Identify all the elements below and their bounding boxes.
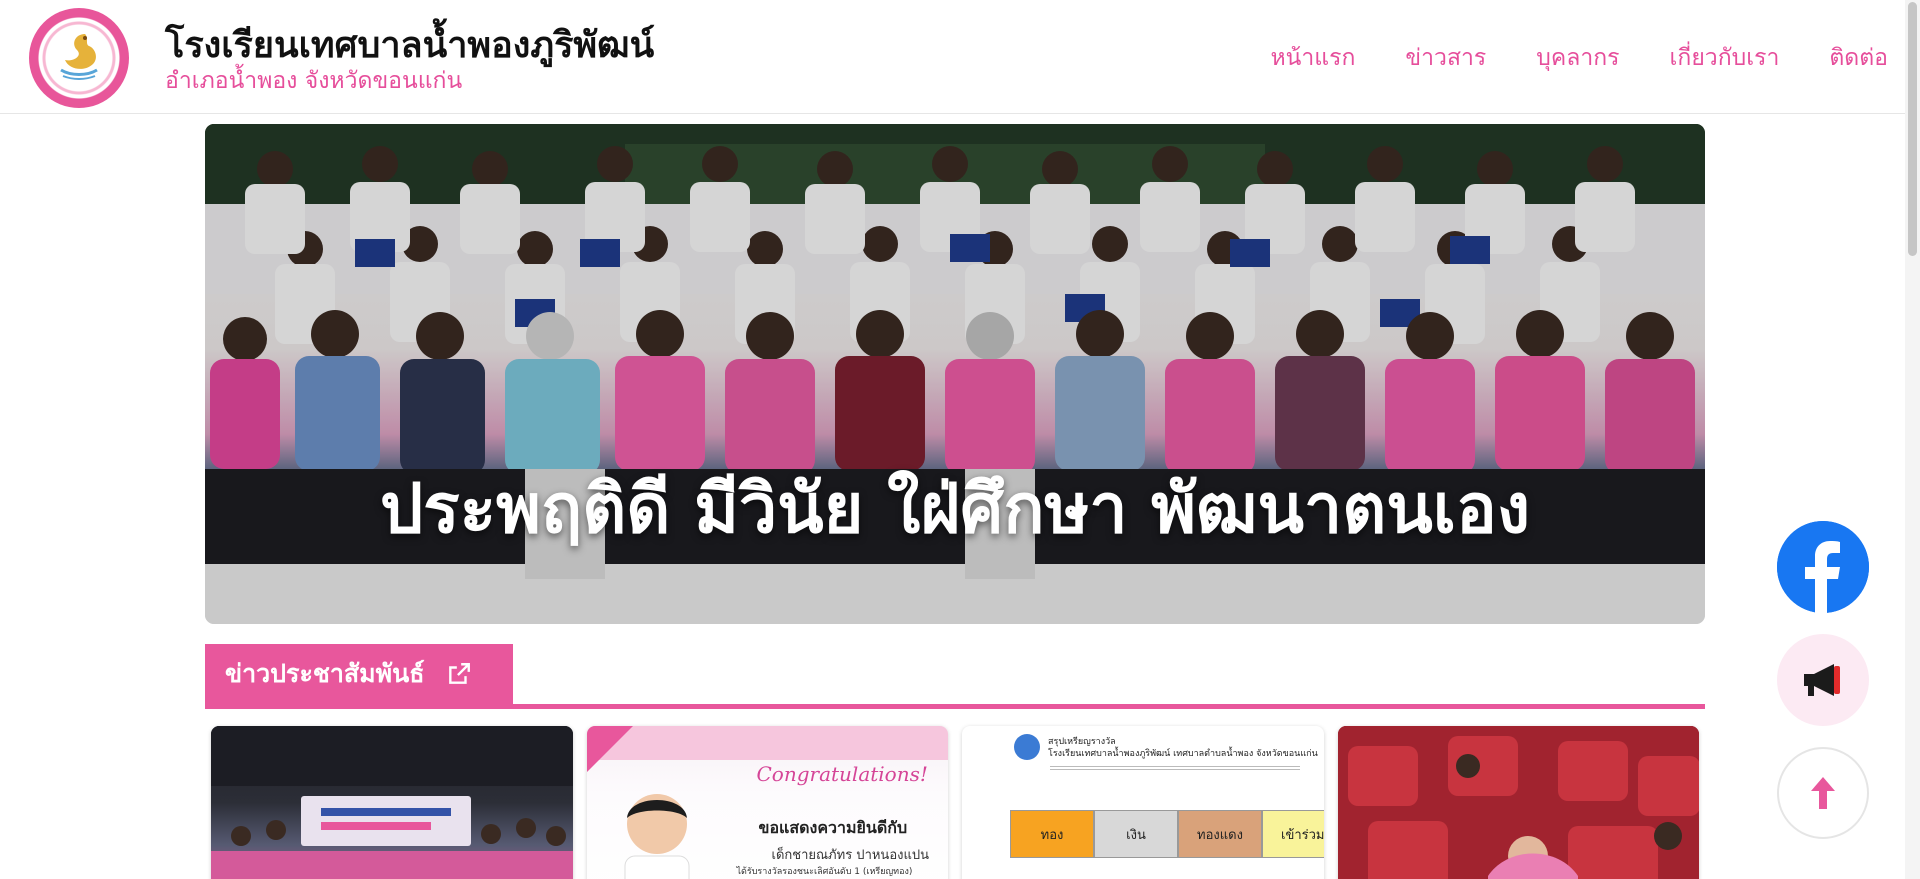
nav-news[interactable]: ข่าวสาร (1405, 40, 1486, 76)
facebook-button[interactable] (1777, 521, 1869, 613)
announcement-button[interactable] (1777, 634, 1869, 726)
scrollbar-thumb[interactable] (1908, 2, 1917, 256)
card3-emblem (1014, 734, 1040, 760)
medal-bronze: ทองแดง (1178, 810, 1262, 858)
main-nav: หน้าแรก ข่าวสาร บุคลากร เกี่ยวกับเรา ติด… (1270, 40, 1888, 76)
medal-participation: เข้าร่วม (1262, 810, 1324, 858)
nav-home[interactable]: หน้าแรก (1270, 40, 1355, 76)
arrow-up-icon (1811, 777, 1835, 809)
school-logo[interactable] (29, 8, 129, 108)
nav-personnel[interactable]: บุคลากร (1536, 40, 1619, 76)
news-card-1[interactable] (211, 726, 573, 879)
news-section-tab[interactable]: ข่าวประชาสัมพันธ์ (205, 644, 513, 704)
megaphone-icon (1804, 664, 1840, 696)
swan-logo-icon (60, 34, 98, 80)
card3-subtext (1050, 766, 1300, 770)
news-photo-4 (1337, 726, 1699, 879)
nav-about[interactable]: เกี่ยวกับเรา (1670, 40, 1780, 76)
medal-table-header: ทอง เงิน ทองแดง เข้าร่วม (1010, 810, 1324, 858)
news-section-title: ข่าวประชาสัมพันธ์ (225, 659, 425, 688)
card2-corner (586, 726, 633, 772)
medal-silver: เงิน (1094, 810, 1178, 858)
school-location: อำเภอน้ำพอง จังหวัดขอนแก่น (165, 68, 463, 94)
news-section-header: ข่าวประชาสัมพันธ์ (205, 644, 1705, 709)
external-link-icon (449, 663, 471, 684)
school-motto: ประพฤติดี มีวินัย ใฝ่ศึกษา พัฒนาตนเอง (379, 470, 1531, 549)
news-card-4[interactable] (1337, 726, 1699, 879)
student-portrait (624, 794, 689, 879)
news-card-3[interactable]: สรุปเหรียญรางวัล โรงเรียนเทศบาลน้ำพองภูร… (962, 726, 1324, 879)
card2-line3: ได้รับรางวัลรองชนะเลิศอันดับ 1 (เหรียญทอ… (736, 867, 913, 877)
news-photo-1 (211, 726, 573, 879)
card2-banner: Congratulations! (756, 762, 928, 786)
card3-heading2: โรงเรียนเทศบาลน้ำพองภูริพัฒน์ เทศบาลตำบล… (1048, 749, 1318, 759)
site-header: โรงเรียนเทศบาลน้ำพองภูริพัฒน์ อำเภอน้ำพอ… (0, 0, 1920, 114)
news-section-underline (205, 704, 1705, 709)
card2-line1: ขอแสดงความยินดีกับ (758, 818, 908, 837)
medal-gold: ทอง (1010, 810, 1094, 858)
facebook-icon (1777, 521, 1869, 613)
card2-header-strip (586, 726, 948, 760)
news-card-list: Congratulations! ขอแสดงความยินดีกับ เด็ก… (211, 726, 1699, 879)
hero-banner: ประพฤติดี มีวินัย ใฝ่ศึกษา พัฒนาตนเอง (205, 124, 1705, 624)
news-card-2[interactable]: Congratulations! ขอแสดงความยินดีกับ เด็ก… (586, 726, 948, 879)
back-to-top-button[interactable] (1777, 747, 1869, 839)
nav-contact[interactable]: ติดต่อ (1829, 40, 1888, 76)
card2-line2: เด็กชายณภัทร ปาหนองแปน (771, 848, 930, 863)
page-scrollbar[interactable] (1905, 0, 1920, 879)
